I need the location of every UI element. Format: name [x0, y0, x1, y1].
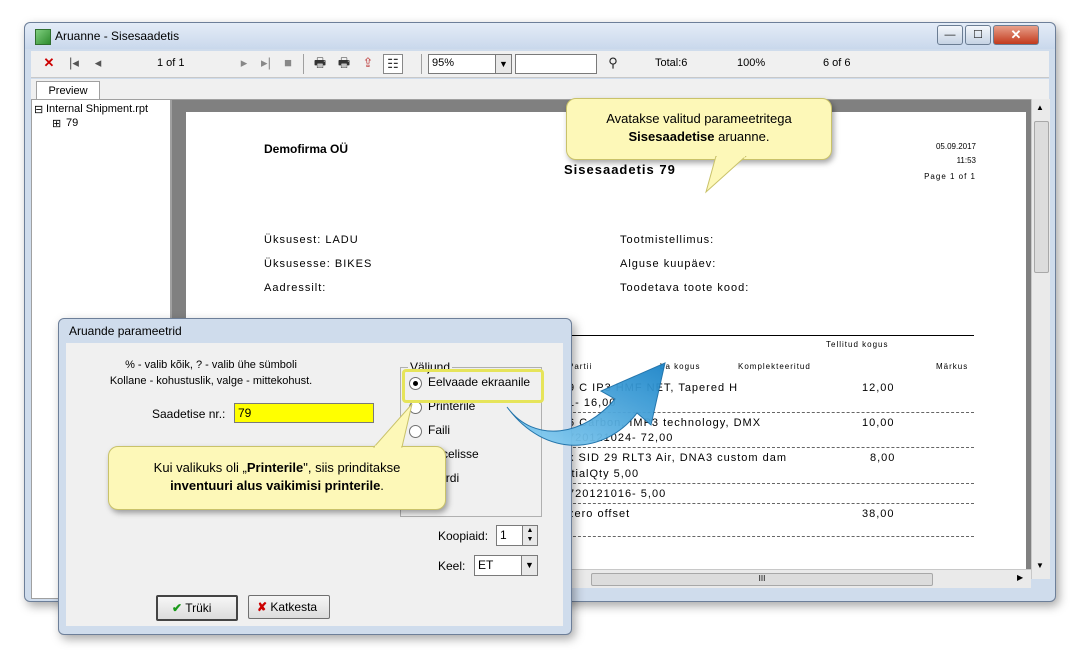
cancel-button[interactable]: ✘ Katkesta [248, 595, 330, 619]
last-page-icon[interactable]: ▸| [259, 54, 273, 72]
callout-printer-info: Kui valikuks oli „Printerile", siis prin… [108, 446, 446, 510]
export-icon[interactable]: ⇪ [359, 54, 377, 72]
group-tree-icon[interactable]: ☷ [383, 54, 403, 74]
vertical-scroll-thumb[interactable] [1034, 121, 1049, 273]
language-label: Keel: [438, 559, 466, 573]
header-rule [566, 335, 974, 336]
row-5-qty: 38,00 [862, 508, 895, 520]
report-page-number: Page 1 of 1 [924, 172, 976, 181]
print-button-label: Trüki [185, 601, 212, 615]
row-3-line2: itialQty 5,00 [568, 468, 640, 480]
callout-top-rest: aruanne. [714, 129, 770, 144]
row-1-qty: 12,00 [862, 382, 895, 394]
callout-top-pointer [705, 156, 747, 194]
close-window-button[interactable]: ✕ [993, 25, 1039, 45]
total-count: Total:6 [655, 57, 688, 69]
production-order-label: Tootmistellimus: [620, 234, 715, 246]
scroll-right-icon[interactable]: ▶ [1017, 573, 1023, 582]
row-5-line1: zero offset [568, 508, 631, 520]
company-name: Demofirma OÜ [264, 142, 349, 156]
tab-strip: Preview [31, 79, 1049, 100]
product-code-label: Toodetava toote kood: [620, 282, 750, 294]
col-ordered-qty: Tellitud kogus [826, 340, 889, 349]
row-divider [568, 483, 974, 484]
horizontal-scroll-thumb[interactable]: III [591, 573, 933, 586]
prev-page-icon[interactable]: ◂ [91, 54, 105, 72]
zoom-select[interactable]: 95% ▼ [428, 54, 512, 74]
checkmark-icon: ✔ [172, 601, 183, 615]
callout-top-bold: Sisesaadetise [628, 129, 715, 144]
printer-setup-icon[interactable]: 🖶 [335, 54, 353, 72]
print-icon[interactable]: 🖶 [311, 54, 329, 72]
shipment-number-value: 79 [238, 406, 252, 420]
percent-indicator: 100% [737, 57, 766, 69]
row-divider [568, 503, 974, 504]
row-4-line1: 720121016- 5,00 [568, 488, 667, 500]
tab-preview[interactable]: Preview [36, 81, 100, 100]
cancel-x-icon: ✘ [257, 600, 268, 614]
next-page-icon[interactable]: ▸ [237, 54, 251, 72]
maximize-button[interactable]: ☐ [965, 25, 991, 45]
callout-bottom-pre: Kui valikuks oli „ [153, 460, 247, 475]
col-completed: Komplekteeritud [738, 362, 811, 371]
binoculars-icon[interactable]: ⚲ [603, 54, 623, 72]
to-unit: Üksusesse: BIKES [264, 258, 373, 270]
flow-arrow [506, 362, 666, 446]
window-title: Aruanne - Sisesaadetis [55, 29, 180, 43]
copies-stepper[interactable]: 1 ▲ ▼ [496, 525, 538, 546]
spin-arrows-icon[interactable]: ▲ ▼ [522, 526, 537, 545]
search-input[interactable] [515, 54, 597, 74]
callout-bottom-pointer [372, 404, 413, 448]
row-2-qty: 10,00 [862, 417, 895, 429]
chevron-down-icon[interactable]: ▼ [495, 55, 511, 73]
col-note: Märkus [936, 362, 969, 371]
callout-report-opened: Avatakse valitud parameetritega Sisesaad… [566, 98, 832, 160]
tree-item-root[interactable]: Internal Shipment.rpt [46, 103, 148, 115]
title-bar[interactable]: Aruanne - Sisesaadetis — ☐ ✕ [25, 23, 1055, 49]
page-indicator: 1 of 1 [157, 57, 185, 69]
shipment-number-input[interactable]: 79 [234, 403, 374, 423]
callout-bottom-bold-1: Printerile [246, 460, 304, 475]
toolbar-separator [421, 54, 422, 74]
tree-expander-child[interactable]: ⊞ [52, 117, 61, 130]
dialog-hint-1: % - valib kõik, ? - valib ühe sümboli [125, 359, 297, 371]
dialog-title: Aruande parameetrid [69, 324, 182, 338]
address-label: Aadressilt: [264, 282, 327, 294]
row-divider [568, 536, 974, 537]
callout-bottom-bold-2: inventuuri alus vaikimisi printerile [170, 478, 381, 493]
callout-bottom-end: . [380, 478, 384, 493]
toolbar-separator [303, 54, 304, 74]
minimize-button[interactable]: — [937, 25, 963, 45]
start-date-label: Alguse kuupäev: [620, 258, 717, 270]
report-toolbar: ✕ |◂ ◂ 1 of 1 ▸ ▸| ■ 🖶 🖶 ⇪ ☷ 95% ▼ ⚲ Tot… [31, 51, 1049, 78]
cancel-button-label: Katkesta [270, 600, 318, 614]
copies-label: Koopiaid: [438, 529, 489, 543]
vertical-scrollbar[interactable]: ▲ ▼ [1031, 99, 1050, 579]
first-page-icon[interactable]: |◂ [67, 54, 81, 72]
stop-loading-icon[interactable]: ■ [281, 54, 295, 72]
row-3-qty: 8,00 [870, 452, 896, 464]
app-icon [35, 29, 51, 45]
report-date: 05.09.2017 [935, 142, 976, 151]
record-indicator: 6 of 6 [823, 57, 851, 69]
tree-expander-root[interactable]: ⊟ [34, 103, 43, 116]
copies-value: 1 [500, 528, 507, 542]
callout-top-line1: Avatakse valitud parameetritega [606, 111, 792, 126]
shipment-number-label: Saadetise nr.: [152, 407, 226, 421]
report-time: 11:53 [956, 156, 976, 165]
print-button[interactable]: ✔ Trüki [156, 595, 238, 621]
from-unit: Üksusest: LADU [264, 234, 359, 246]
scroll-up-icon[interactable]: ▲ [1036, 103, 1044, 112]
language-value: ET [478, 558, 494, 572]
chevron-down-icon[interactable]: ▼ [521, 556, 537, 575]
option-file-label[interactable]: Faili [428, 423, 450, 437]
tree-item-79[interactable]: 79 [66, 117, 78, 129]
stop-icon[interactable]: ✕ [41, 54, 57, 72]
scroll-down-icon[interactable]: ▼ [1036, 561, 1044, 570]
language-select[interactable]: ET ▼ [474, 555, 538, 576]
report-title: Sisesaadetis 79 [564, 162, 676, 177]
zoom-value: 95% [432, 57, 455, 69]
callout-bottom-post: ", siis prinditakse [303, 460, 401, 475]
dialog-hint-2: Kollane - kohustuslik, valge - mittekohu… [109, 375, 313, 387]
